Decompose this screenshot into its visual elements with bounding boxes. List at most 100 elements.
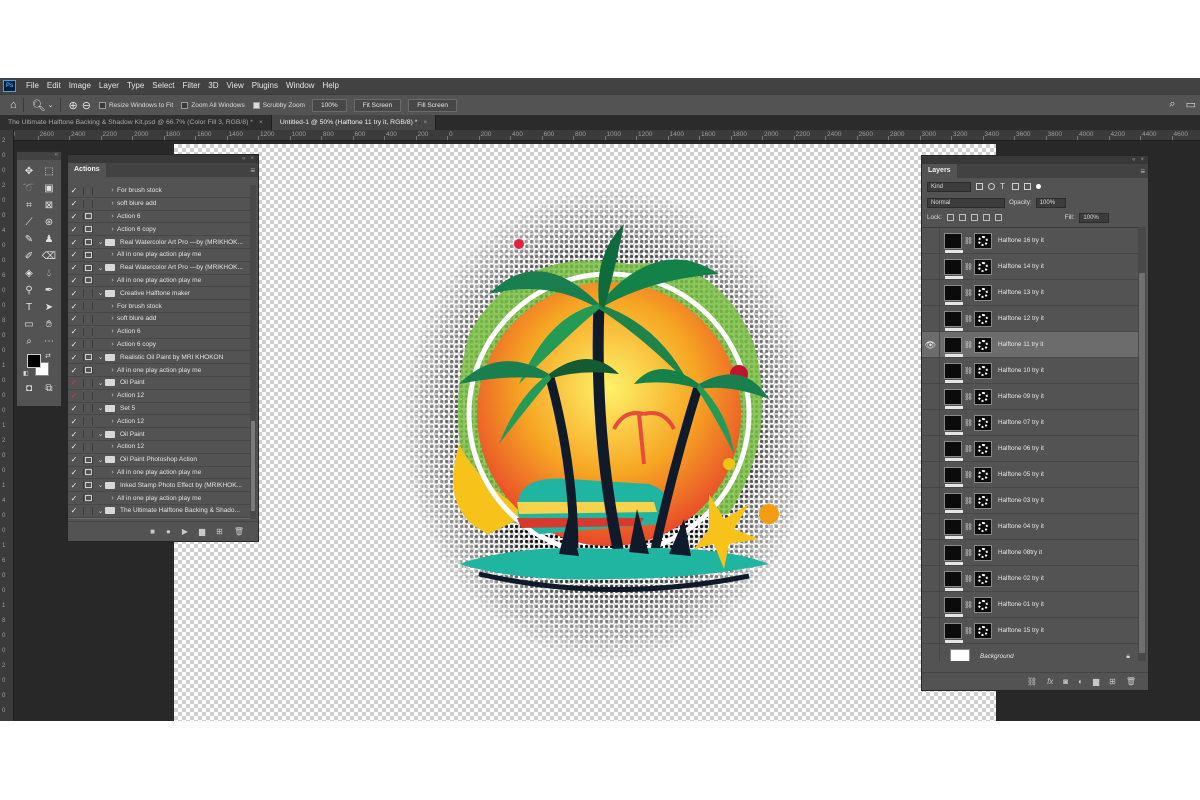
toggle-check-icon[interactable]: ✓ [68, 212, 80, 221]
layer-row[interactable]: ⛓ Halftone 05 try it [922, 461, 1138, 488]
fx-icon[interactable]: fx [1047, 677, 1053, 686]
chain-link-icon[interactable]: ⛓ [964, 627, 973, 635]
stop-icon[interactable]: ■ [150, 527, 155, 536]
layer-thumbnail[interactable] [944, 310, 963, 331]
chain-link-icon[interactable]: ⛓ [964, 263, 973, 271]
dialog-toggle[interactable] [83, 506, 93, 515]
layer-name[interactable]: Halftone 01 try it [998, 601, 1044, 608]
visibility-eye-icon[interactable] [922, 591, 940, 618]
frame-tool-icon[interactable]: ⊠ [39, 197, 59, 213]
layer-row[interactable]: ⛓ Halftone 16 try it [922, 228, 1138, 254]
scrubby-zoom-checkbox[interactable]: Scrubby Zoom [252, 101, 305, 109]
search-icon[interactable]: ⌕ [1169, 98, 1175, 111]
play-icon[interactable]: ▶ [182, 527, 188, 536]
chain-link-icon[interactable]: ⛓ [964, 471, 973, 479]
menu-filter[interactable]: Filter [179, 78, 205, 94]
chevron-down-icon[interactable]: ⌄ [96, 507, 105, 515]
layer-row[interactable]: ⛓ Halftone 06 try it [922, 435, 1138, 462]
adjustment-filter-icon[interactable] [988, 183, 995, 190]
chain-link-icon[interactable]: ⛓ [964, 549, 973, 557]
action-row[interactable]: ✓›All in one play action play me [68, 517, 250, 519]
layer-thumbnail[interactable] [944, 596, 963, 617]
layer-thumbnail[interactable] [944, 622, 963, 643]
visibility-eye-icon[interactable] [922, 435, 940, 462]
menu-help[interactable]: Help [318, 78, 342, 94]
menu-file[interactable]: File [22, 78, 43, 94]
layer-mask-thumbnail[interactable] [974, 492, 992, 509]
tab-untitled-1[interactable]: Untitled-1 @ 50% (Halftone 11 try it, RG… [271, 115, 437, 130]
close-icon[interactable]: × [250, 156, 254, 162]
zoom-tool-icon[interactable]: 🔍︎ [32, 99, 46, 112]
menu-type[interactable]: Type [123, 78, 148, 94]
toggle-check-icon[interactable]: ✓ [68, 327, 80, 336]
dialog-toggle[interactable] [83, 314, 93, 323]
chain-link-icon[interactable]: ⛓ [964, 601, 973, 609]
lock-pixels-icon[interactable] [958, 214, 966, 221]
layer-thumbnail[interactable] [944, 336, 963, 357]
chevron-right-icon[interactable]: › [108, 200, 117, 207]
dialog-toggle[interactable] [83, 455, 93, 464]
layer-name[interactable]: Halftone 09 try it [998, 393, 1044, 400]
layer-mask-thumbnail[interactable] [974, 440, 992, 457]
chevron-right-icon[interactable]: › [108, 303, 117, 310]
chevron-right-icon[interactable]: › [108, 315, 117, 322]
layer-row[interactable]: ⛓ Halftone 15 try it [922, 617, 1138, 644]
panel-menu-icon[interactable]: ≡ [1140, 167, 1145, 176]
visibility-eye-icon[interactable] [922, 383, 940, 410]
menu-plugins[interactable]: Plugins [248, 78, 282, 94]
visibility-eye-icon[interactable] [922, 565, 940, 592]
visibility-eye-icon[interactable] [922, 279, 940, 306]
action-row[interactable]: ✓ › For brush stock [68, 185, 250, 198]
dialog-toggle[interactable] [83, 417, 93, 426]
close-icon[interactable]: × [1140, 157, 1144, 163]
layer-name[interactable]: Halftone 14 try it [998, 263, 1044, 270]
visibility-eye-icon[interactable] [922, 513, 940, 540]
action-row[interactable]: ✓ › Action 12 [68, 415, 250, 429]
visibility-eye-icon[interactable] [922, 409, 940, 436]
action-row[interactable]: ✓›All in one play action play me [68, 275, 250, 288]
dialog-toggle[interactable] [83, 212, 93, 221]
layer-name[interactable]: Halftone 11 try it [998, 341, 1043, 348]
object-selection-tool-icon[interactable]: ▣ [39, 180, 59, 196]
toggle-check-icon[interactable]: ✓ [68, 289, 80, 298]
action-row[interactable]: ✓›All in one play action play me [68, 492, 250, 505]
action-row[interactable]: ✓›All in one play action play me [68, 249, 250, 262]
layer-mask-thumbnail[interactable] [974, 362, 992, 379]
visibility-eye-icon[interactable] [922, 305, 940, 332]
workspace-icon[interactable]: ▭ [1186, 98, 1196, 111]
layer-row[interactable]: ⛓ Halftone 07 try it [922, 409, 1138, 436]
layer-mask-thumbnail[interactable] [974, 336, 992, 353]
crop-tool-icon[interactable]: ⌗ [19, 197, 39, 213]
layer-thumbnail[interactable] [944, 492, 963, 513]
chevron-right-icon[interactable]: › [108, 418, 117, 425]
close-icon[interactable]: × [259, 119, 263, 126]
fit-screen-button[interactable]: Fit Screen [353, 98, 402, 112]
chevron-right-icon[interactable]: › [108, 328, 117, 335]
dialog-toggle[interactable] [83, 468, 93, 477]
dialog-toggle[interactable] [83, 186, 93, 195]
dialog-toggle[interactable] [83, 366, 93, 375]
chevron-right-icon[interactable]: › [108, 213, 117, 220]
action-set-row[interactable]: ✓ ⌄ Inked Stamp Photo Effect by (MRIKHOK..… [68, 479, 250, 493]
zoom-100-button[interactable]: 100% [311, 98, 347, 112]
marquee-tool-icon[interactable]: ⬚ [39, 163, 59, 179]
toggle-check-icon[interactable]: ✓ [68, 391, 80, 400]
dialog-toggle[interactable] [83, 340, 93, 349]
layer-mask-thumbnail[interactable] [974, 232, 992, 249]
toggle-check-icon[interactable]: ✓ [68, 238, 80, 247]
layer-mask-thumbnail[interactable] [974, 544, 992, 561]
delete-layer-icon[interactable]: 🗑︎ [1126, 677, 1136, 686]
layer-name[interactable]: Halftone 05 try it [998, 471, 1044, 478]
fill-screen-button[interactable]: Fill Screen [408, 98, 457, 112]
layer-name[interactable]: Halftone 03 try it [998, 497, 1044, 504]
dialog-toggle[interactable] [83, 302, 93, 311]
swap-colors-icon[interactable]: ⇄ [45, 352, 51, 360]
action-row[interactable]: ✓›All in one play action play me [68, 364, 250, 377]
pen-tool-icon[interactable]: ✒ [39, 282, 59, 298]
layer-name[interactable]: Halftone 08try it [998, 549, 1042, 556]
chain-link-icon[interactable]: ⛓ [964, 367, 973, 375]
toggle-check-icon[interactable]: ✓ [68, 199, 80, 208]
toggle-check-icon[interactable]: ✓ [68, 353, 80, 362]
layer-thumbnail[interactable] [944, 414, 963, 435]
action-row[interactable]: ✓›All in one play action play me [68, 467, 250, 480]
